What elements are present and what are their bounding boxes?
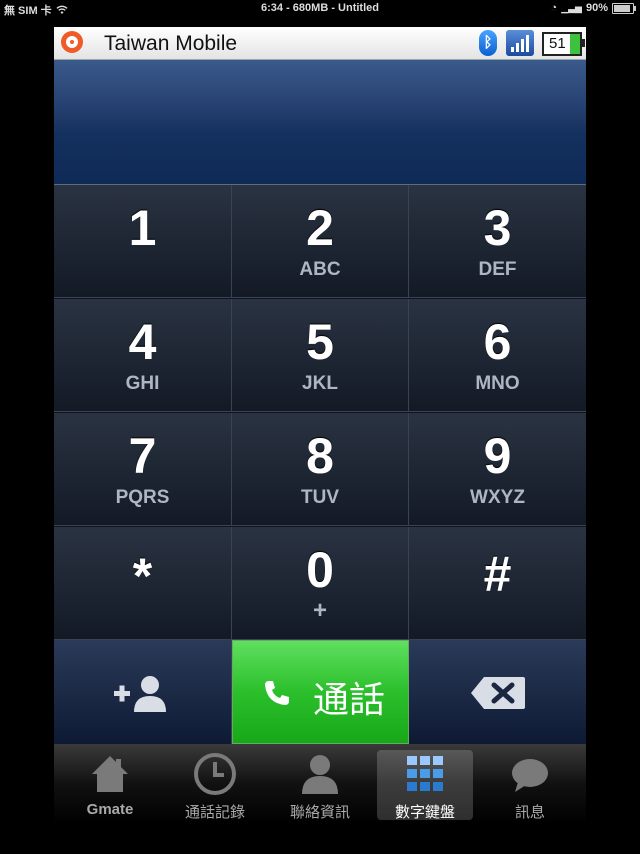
tab-keypad[interactable]: 數字鍵盤	[377, 750, 473, 821]
key-9[interactable]: 9 WXYZ	[409, 413, 586, 526]
add-contact-icon	[114, 676, 166, 712]
keypad-icon	[407, 756, 443, 791]
system-battery-fill	[614, 4, 631, 12]
number-display	[54, 60, 586, 185]
add-contact-button[interactable]	[54, 640, 232, 744]
app-title-bar: Taiwan Mobile ᛒ 51	[54, 27, 586, 60]
key-letters: TUV	[301, 487, 339, 508]
call-button[interactable]: 通話	[232, 640, 409, 744]
home-icon	[92, 756, 128, 792]
carrier-name: Taiwan Mobile	[104, 32, 238, 55]
signal-icon: ▁▃▅	[561, 2, 582, 13]
tab-label: Gmate	[86, 801, 134, 818]
clock-icon	[194, 753, 236, 795]
key-letters: WXYZ	[470, 487, 525, 508]
key-1[interactable]: 1	[54, 185, 232, 298]
signal-strength-icon	[506, 30, 534, 56]
delete-button[interactable]	[409, 640, 586, 744]
lock-rotation-icon: ◔	[550, 2, 558, 14]
bluetooth-icon: ᛒ	[479, 30, 497, 56]
device-battery-fill	[570, 34, 580, 54]
key-digit: 8	[306, 428, 334, 484]
key-digit: 3	[483, 200, 512, 256]
key-6[interactable]: 6 MNO	[409, 299, 586, 412]
key-star[interactable]: *	[54, 527, 232, 640]
key-hash[interactable]: #	[409, 527, 586, 640]
key-digit: 4	[128, 314, 157, 370]
key-digit: #	[483, 546, 512, 602]
key-digit: 7	[128, 428, 157, 484]
key-2[interactable]: 2 ABC	[232, 185, 409, 298]
gmate-logo-icon	[61, 31, 83, 53]
key-letters: PQRS	[115, 487, 170, 508]
key-digit: 6	[483, 314, 512, 370]
contact-icon	[302, 755, 338, 794]
phone-icon	[265, 681, 289, 705]
key-5[interactable]: 5 JKL	[232, 299, 409, 412]
keypad: 1 2 ABC 3 DEF 4 GHI 5 JKL 6 MNO 7 PQRS 8	[54, 185, 586, 641]
key-letters: ABC	[299, 259, 341, 280]
key-digit: 5	[306, 314, 334, 370]
device-battery-icon: 51	[542, 32, 585, 56]
key-letters: GHI	[125, 373, 160, 394]
tab-call-log[interactable]: 通話記錄	[167, 750, 263, 821]
key-digit: 1	[128, 200, 157, 256]
key-digit: 2	[306, 200, 334, 256]
key-7[interactable]: 7 PQRS	[54, 413, 232, 526]
backspace-icon	[471, 677, 525, 709]
battery-percent: 90%	[585, 2, 608, 14]
key-letters: DEF	[478, 259, 517, 280]
key-4[interactable]: 4 GHI	[54, 299, 232, 412]
system-battery-icon	[612, 2, 636, 14]
key-letters: MNO	[475, 373, 520, 394]
call-label: 通話	[313, 679, 386, 720]
message-icon	[512, 759, 548, 792]
tab-gmate[interactable]: Gmate	[62, 750, 158, 820]
tab-messages[interactable]: 訊息	[482, 750, 578, 821]
key-digit: 0	[306, 542, 334, 598]
key-3[interactable]: 3 DEF	[409, 185, 586, 298]
tab-label: 數字鍵盤	[394, 804, 455, 821]
key-digit: 9	[483, 428, 512, 484]
tab-label: 聯絡資訊	[289, 804, 350, 821]
dialer-actions: 通話	[54, 640, 586, 744]
tab-label: 通話記錄	[184, 804, 245, 821]
tab-label: 訊息	[514, 804, 545, 821]
dialer-app: Taiwan Mobile ᛒ 51 1 2 ABC 3 DEF 4 GHI 5…	[54, 27, 586, 824]
key-digit: *	[132, 548, 153, 604]
key-0[interactable]: 0 +	[232, 527, 409, 640]
key-8[interactable]: 8 TUV	[232, 413, 409, 526]
status-center: 6:34 - 680MB - Untitled	[261, 2, 379, 14]
tab-contacts[interactable]: 聯絡資訊	[272, 750, 368, 821]
system-status-bar: 無 SIM 卡 6:34 - 680MB - Untitled ◔ ▁▃▅ 90…	[0, 0, 640, 18]
key-letters: +	[312, 597, 327, 624]
tab-bar: Gmate 通話記錄 聯絡資訊 數字鍵盤 訊息	[54, 744, 586, 824]
key-letters: JKL	[302, 373, 338, 394]
status-right: ◔ ▁▃▅ 90%	[550, 2, 636, 14]
device-battery-level: 51	[549, 35, 566, 52]
